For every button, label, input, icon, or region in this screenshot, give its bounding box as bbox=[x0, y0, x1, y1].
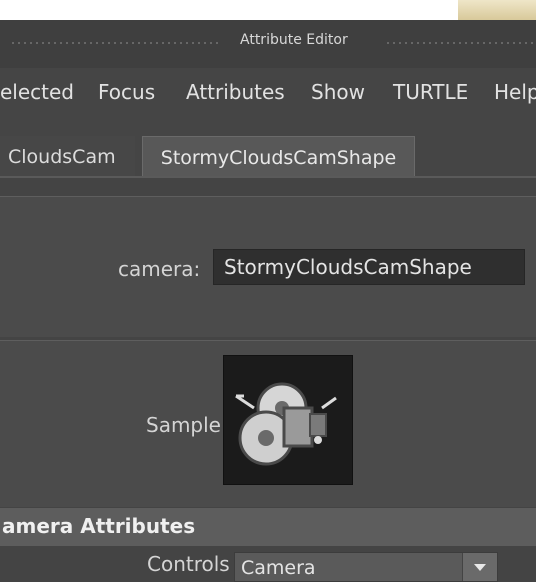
controls-dropdown[interactable]: Camera bbox=[234, 552, 498, 582]
node-tab-bar: CloudsCam StormyCloudsCamShape bbox=[0, 118, 536, 178]
camera-name-value: StormyCloudsCamShape bbox=[224, 255, 472, 279]
camera-node-panel: camera: StormyCloudsCamShape bbox=[0, 196, 536, 337]
sample-swatch bbox=[223, 355, 353, 485]
menu-item-attributes[interactable]: Attributes bbox=[186, 80, 285, 104]
tab-label: CloudsCam bbox=[8, 146, 116, 168]
dropdown-arrow-icon[interactable] bbox=[462, 553, 497, 581]
menu-item-focus[interactable]: Focus bbox=[98, 80, 155, 104]
camera-label: camera: bbox=[118, 257, 201, 281]
tab-label: StormyCloudsCamShape bbox=[160, 146, 397, 169]
tab-stormycloudscamshape[interactable]: StormyCloudsCamShape bbox=[142, 136, 415, 178]
window-top-strip bbox=[0, 0, 536, 20]
menu-bar: elected Focus Attributes Show TURTLE Hel… bbox=[0, 68, 536, 118]
chevron-down-icon bbox=[474, 564, 486, 571]
controls-value: Camera bbox=[241, 557, 316, 579]
camera-name-field[interactable]: StormyCloudsCamShape bbox=[213, 249, 525, 285]
tab-cloudscam[interactable]: CloudsCam bbox=[0, 136, 135, 178]
sample-panel: Sample bbox=[0, 340, 536, 507]
menu-item-help[interactable]: Help bbox=[494, 80, 536, 104]
drag-grip-left[interactable] bbox=[10, 40, 220, 48]
camera-icon bbox=[235, 382, 337, 466]
camera-attributes-frame-header[interactable]: amera Attributes bbox=[0, 508, 536, 546]
drag-grip-right[interactable] bbox=[385, 40, 536, 48]
window-title: Attribute Editor bbox=[240, 32, 348, 48]
title-bar[interactable]: Attribute Editor bbox=[0, 20, 536, 69]
menu-item-show[interactable]: Show bbox=[311, 80, 365, 104]
tab-divider bbox=[0, 176, 536, 178]
menu-item-turtle[interactable]: TURTLE bbox=[393, 80, 468, 104]
menu-item-selected[interactable]: elected bbox=[0, 80, 74, 104]
background-thumbnail bbox=[458, 0, 536, 20]
controls-row: Controls Camera bbox=[0, 548, 536, 582]
sample-label: Sample bbox=[146, 413, 221, 437]
controls-label: Controls bbox=[147, 552, 230, 576]
section-title: amera Attributes bbox=[2, 514, 196, 538]
